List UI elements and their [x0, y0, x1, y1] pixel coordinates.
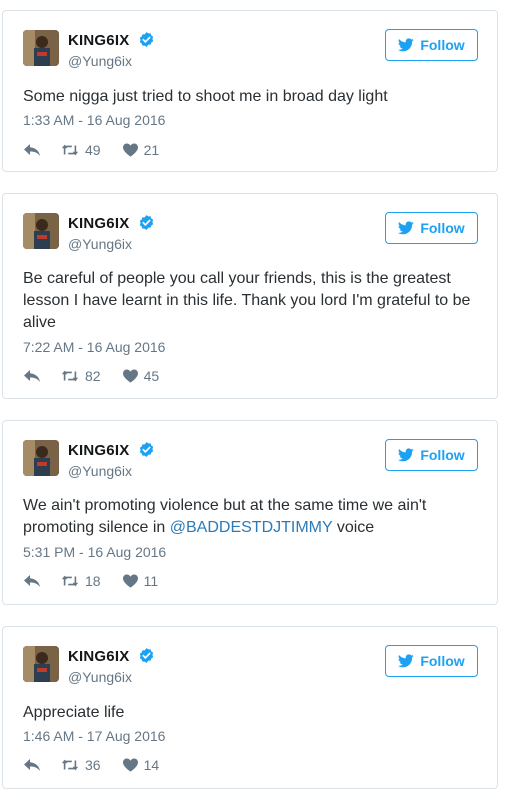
author-handle[interactable]: @Yung6ix: [68, 236, 132, 252]
verified-badge-icon: [139, 32, 154, 47]
follow-label: Follow: [420, 220, 465, 236]
retweet-icon: [61, 575, 79, 587]
retweet-button[interactable]: 49: [61, 142, 101, 158]
follow-button[interactable]: Follow: [385, 212, 478, 244]
like-count: 14: [143, 757, 160, 773]
tweet-actions: 82 45: [23, 367, 159, 385]
author-handle[interactable]: @Yung6ix: [68, 463, 132, 479]
mention-link[interactable]: @BADDESTDJTIMMY: [170, 519, 333, 536]
reply-icon: [24, 144, 40, 156]
author-handle[interactable]: @Yung6ix: [68, 53, 132, 69]
heart-icon: [122, 369, 138, 383]
retweet-icon: [61, 759, 79, 771]
follow-label: Follow: [420, 447, 465, 463]
bird-icon: [398, 221, 415, 235]
like-button[interactable]: 14: [122, 757, 160, 773]
tweet-card: KING6IX @Yung6ix Follow We ain't promoti…: [2, 420, 498, 605]
avatar[interactable]: [23, 646, 59, 682]
reply-button[interactable]: [23, 758, 41, 772]
heart-icon: [122, 143, 138, 157]
bird-icon: [398, 448, 415, 462]
bird-icon: [398, 38, 415, 52]
author-name[interactable]: KING6IX: [68, 215, 129, 232]
reply-icon: [24, 575, 40, 587]
heart-icon: [122, 574, 138, 588]
like-count: 45: [143, 368, 160, 384]
retweet-count: 36: [85, 757, 101, 773]
avatar[interactable]: [23, 30, 59, 66]
tweet-timestamp[interactable]: 1:46 AM - 17 Aug 2016: [23, 728, 165, 744]
author-name[interactable]: KING6IX: [68, 648, 129, 665]
verified-badge-icon: [139, 648, 154, 663]
tweet-card: KING6IX @Yung6ix Follow Some nigga just …: [2, 10, 498, 172]
heart-icon: [122, 758, 138, 772]
follow-button[interactable]: Follow: [385, 439, 478, 471]
like-button[interactable]: 11: [122, 573, 159, 589]
author-name[interactable]: KING6IX: [68, 32, 129, 49]
follow-button[interactable]: Follow: [385, 645, 478, 677]
like-button[interactable]: 45: [122, 368, 160, 384]
tweet-actions: 18 11: [23, 572, 158, 590]
retweet-button[interactable]: 18: [61, 573, 101, 589]
retweet-count: 18: [85, 573, 101, 589]
tweet-timestamp[interactable]: 7:22 AM - 16 Aug 2016: [23, 339, 165, 355]
follow-label: Follow: [420, 653, 465, 669]
follow-button[interactable]: Follow: [385, 29, 478, 61]
retweet-count: 82: [85, 368, 101, 384]
tweet-card: KING6IX @Yung6ix Follow Be careful of pe…: [2, 193, 498, 399]
like-button[interactable]: 21: [122, 142, 160, 158]
tweet-text: Appreciate life: [23, 704, 125, 721]
avatar[interactable]: [23, 213, 59, 249]
tweet-timestamp[interactable]: 1:33 AM - 16 Aug 2016: [23, 112, 165, 128]
tweet-actions: 36 14: [23, 756, 159, 774]
verified-badge-icon: [139, 215, 154, 230]
tweet-card: KING6IX @Yung6ix Follow Appreciate life …: [2, 626, 498, 789]
like-count: 21: [143, 142, 160, 158]
tweet-text: Some nigga just tried to shoot me in bro…: [23, 88, 388, 105]
author-name[interactable]: KING6IX: [68, 442, 129, 459]
like-count: 11: [143, 573, 159, 589]
reply-icon: [24, 759, 40, 771]
retweet-icon: [61, 370, 79, 382]
reply-button[interactable]: [23, 574, 41, 588]
tweet-text: We ain't promoting violence but at the s…: [23, 495, 483, 539]
tweet-text: Be careful of people you call your frien…: [23, 270, 471, 331]
author-handle[interactable]: @Yung6ix: [68, 669, 132, 685]
follow-label: Follow: [420, 37, 465, 53]
reply-button[interactable]: [23, 143, 41, 157]
avatar[interactable]: [23, 440, 59, 476]
tweet-text-part: voice: [332, 519, 375, 536]
reply-icon: [24, 370, 40, 382]
tweet-timestamp[interactable]: 5:31 PM - 16 Aug 2016: [23, 544, 166, 560]
bird-icon: [398, 654, 415, 668]
retweet-button[interactable]: 36: [61, 757, 101, 773]
retweet-button[interactable]: 82: [61, 368, 101, 384]
reply-button[interactable]: [23, 369, 41, 383]
tweet-actions: 49 21: [23, 141, 159, 159]
verified-badge-icon: [139, 442, 154, 457]
retweet-icon: [61, 144, 79, 156]
retweet-count: 49: [85, 142, 101, 158]
